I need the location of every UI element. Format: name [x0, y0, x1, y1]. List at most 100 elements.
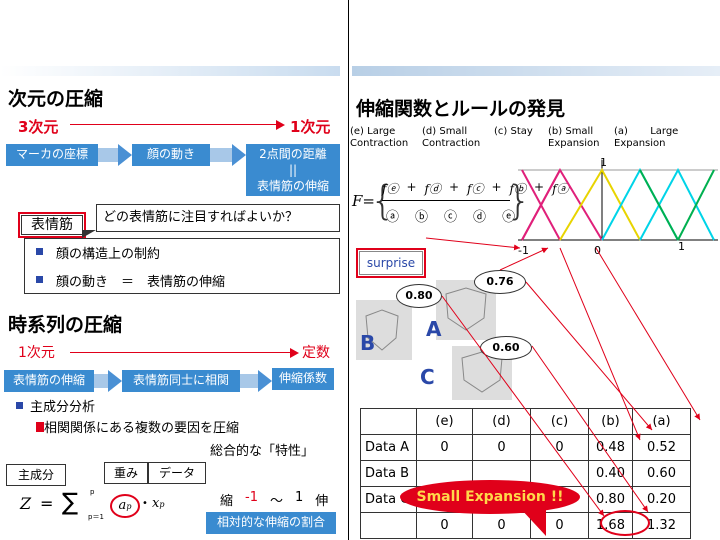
- formula-eq: =: [40, 494, 54, 513]
- scale-tilde: ～: [269, 494, 283, 509]
- formula-denominators: ⓐ ⓑ ⓒ ⓓ ⓔ: [386, 206, 515, 225]
- axis-left: -1: [518, 244, 529, 256]
- box-muscle-stretch: 表情筋の伸縮: [4, 370, 94, 392]
- table-cell: 0.60: [632, 460, 691, 487]
- face-value-A: 0.76: [474, 270, 526, 294]
- face-label-C: C: [420, 365, 435, 389]
- legend-b-l2: Expansion: [548, 138, 600, 149]
- formula-sup: p: [90, 488, 95, 496]
- box-correlation: 表情筋同士に相関: [122, 370, 240, 392]
- table-cell: 0.80: [588, 486, 633, 513]
- legend-d-l2: Contraction: [422, 138, 481, 149]
- surprise-box: surprise: [356, 248, 426, 278]
- fuzzy-formula: F= { fⓔ + fⓓ + fⓒ + fⓑ + fⓐ ⓐ ⓑ ⓒ ⓓ ⓔ }: [352, 174, 569, 236]
- legend-e-key: (e): [350, 126, 364, 137]
- arrow-line: [425, 237, 521, 251]
- pca-sub: 相関関係にある複数の要因を圧縮: [44, 421, 240, 436]
- dim-arrowhead: [276, 120, 285, 130]
- table-cell: 0.48: [588, 434, 633, 461]
- left-header-bar: [0, 66, 340, 76]
- table-header-cell: (e): [416, 408, 473, 435]
- legend-e-l2: Contraction: [350, 138, 409, 149]
- pca-label: 主成分分析: [30, 400, 96, 415]
- box-distance-l2: ||: [288, 163, 298, 177]
- flow-shaft: [240, 374, 260, 388]
- legend: (e) Large Contraction (d) Small Contractio…: [350, 126, 720, 154]
- table-header-cell: (a): [632, 408, 691, 435]
- num-c: fⓒ: [467, 182, 484, 196]
- legend-c: (c) Stay: [494, 126, 533, 138]
- face-label-B: B: [360, 331, 375, 355]
- table-row: Data A 0 0 0 0.48 0.52: [360, 434, 691, 461]
- flow-shaft: [210, 148, 234, 162]
- dim-arrow-line: [70, 124, 282, 125]
- box-marker-coords: マーカの座標: [6, 144, 98, 166]
- legend-a-key: (a): [614, 126, 628, 137]
- divider: [348, 0, 349, 540]
- highlight-circle: [600, 510, 650, 536]
- scale-row: 縮 -1 ～ 1 伸: [220, 490, 328, 509]
- box-coefficient: 伸縮係数: [272, 368, 334, 390]
- from-dim: 3次元: [18, 118, 59, 136]
- scale-shrink: 縮: [220, 494, 234, 509]
- legend-a-l1: Large: [650, 126, 679, 137]
- axis-mid: 0: [594, 244, 601, 256]
- legend-e-l1: Large: [367, 126, 396, 137]
- right-header-bar: [352, 66, 720, 76]
- formula-weight: ap: [110, 494, 140, 518]
- table-header-cell: [360, 408, 417, 435]
- box-distance-l1: 2点間の距離: [259, 147, 327, 161]
- mf-b: [601, 167, 679, 241]
- formula-x: xp: [152, 496, 164, 511]
- den-a: ⓐ: [386, 210, 400, 225]
- table-cell: 0.52: [632, 434, 691, 461]
- axis-top: 1: [600, 156, 607, 169]
- flow-shaft: [98, 148, 120, 162]
- table-header-row: (e) (d) (c) (b) (a): [360, 408, 691, 435]
- legend-d: (d) Small Contraction: [422, 126, 480, 150]
- bullet-icon: [16, 402, 23, 409]
- callout-bubble-tail: [520, 508, 546, 536]
- formula-sub: p＝1: [88, 513, 104, 521]
- box-distance-l3: 表情筋の伸縮: [256, 179, 329, 193]
- axis-right: 1: [678, 240, 685, 253]
- pca-sub2: 総合的な「特性」: [210, 444, 315, 459]
- table-cell: 0: [472, 434, 531, 461]
- bullet-2: 顔の動き ＝ 表情筋の伸縮: [56, 275, 226, 290]
- formula-z: Z: [20, 494, 32, 513]
- table-header-cell: (b): [588, 408, 633, 435]
- face-label-A: A: [426, 317, 442, 341]
- table-cell: [360, 512, 417, 539]
- num-d: fⓓ: [424, 182, 441, 196]
- section2-title: 時系列の圧縮: [8, 314, 123, 336]
- scale-stretch: 伸: [315, 494, 329, 509]
- face-value-B: 0.80: [396, 284, 442, 308]
- callout-tail: [82, 230, 96, 238]
- to2: 定数: [302, 345, 330, 361]
- bullet-icon: [36, 248, 43, 255]
- sub-bullet-icon: [36, 422, 44, 432]
- table-cell: Data B: [360, 460, 417, 487]
- formula-x-sub: p: [159, 500, 165, 509]
- table-cell: 0: [416, 434, 473, 461]
- label-principal: 主成分: [6, 464, 66, 486]
- question-callout: どの表情筋に注目すればよいか？: [96, 204, 340, 232]
- den-c: ⓒ: [444, 210, 458, 225]
- surprise-label: surprise: [359, 251, 423, 275]
- box-distance: 2点間の距離 || 表情筋の伸縮: [246, 144, 340, 196]
- formula-F-letter: F: [352, 192, 363, 210]
- muscle-label: 表情筋: [21, 215, 83, 235]
- den-b: ⓑ: [415, 210, 429, 225]
- label-weight: 重み: [104, 462, 148, 484]
- table-header-cell: (d): [472, 408, 531, 435]
- fraction-line: [382, 200, 510, 201]
- table-cell: Data A: [360, 434, 417, 461]
- legend-b-l1: Small: [565, 126, 594, 137]
- table-cell: 0: [530, 434, 589, 461]
- table-cell: 0.20: [632, 486, 691, 513]
- mf-a-rise: [639, 167, 715, 241]
- scale-note: 相対的な伸縮の割合: [206, 512, 336, 534]
- flow-arrow: [108, 370, 122, 392]
- right-title: 伸縮関数とルールの発見: [356, 98, 566, 120]
- legend-a-l2: Expansion: [614, 138, 666, 149]
